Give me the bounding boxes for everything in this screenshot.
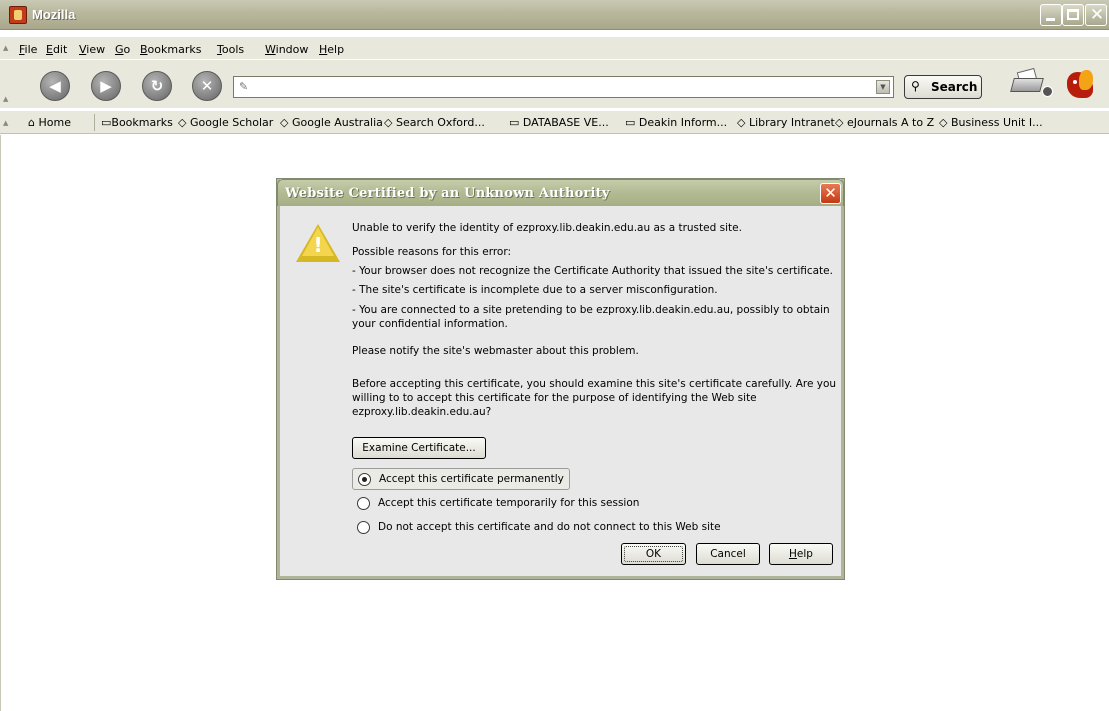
forward-arrow-icon: ▶ — [100, 77, 112, 95]
menu-bar: ▲ File Edit View Go Bookmarks Tools Wind… — [0, 37, 1109, 59]
minimize-icon — [1046, 18, 1055, 21]
bookmark-library-intranet[interactable]: ◇ Library Intranet — [737, 116, 835, 129]
maximize-icon — [1067, 9, 1079, 20]
bookmark-business-unit[interactable]: ◇ Business Unit I... — [939, 116, 1043, 129]
close-icon: ✕ — [824, 184, 837, 202]
dialog-title: Website Certified by an Unknown Authorit… — [285, 186, 610, 201]
toolbar-grip-icon[interactable]: ▲ — [3, 95, 11, 103]
dialog-message-line: - The site's certificate is incomplete d… — [352, 284, 718, 296]
bookmark-google-scholar[interactable]: ◇ Google Scholar — [178, 116, 273, 129]
menu-tools[interactable]: Tools — [217, 43, 244, 56]
folder-icon: ▭ — [101, 116, 112, 129]
window-close-button[interactable]: ✕ — [1085, 4, 1107, 26]
mozilla-throbber-icon[interactable] — [1061, 68, 1097, 102]
reload-icon: ↻ — [150, 77, 164, 95]
bookmark-google-australia[interactable]: ◇ Google Australia — [280, 116, 383, 129]
bookmark-ejournals[interactable]: ◇ eJournals A to Z — [835, 116, 934, 129]
examine-certificate-button[interactable]: Examine Certificate... — [352, 437, 486, 459]
bookmark-icon: ◇ — [737, 116, 746, 129]
printer-icon — [1010, 78, 1044, 92]
folder-icon: ▭ — [625, 116, 636, 129]
certificate-dialog: Website Certified by an Unknown Authorit… — [277, 179, 844, 579]
help-button[interactable]: Help — [769, 543, 833, 565]
stop-icon: ✕ — [200, 77, 214, 95]
search-icon: ⚲ — [911, 79, 920, 93]
folder-icon: ▭ — [509, 116, 520, 129]
menu-edit[interactable]: Edit — [46, 43, 67, 56]
dialog-message-line: Possible reasons for this error: — [352, 246, 512, 258]
dialog-message-line: Unable to verify the identity of ezproxy… — [352, 222, 742, 234]
bookmark-folder-bookmarks[interactable]: ▭Bookmarks — [101, 116, 173, 129]
radio-button[interactable] — [357, 497, 370, 510]
window-title: Mozilla — [32, 7, 76, 22]
bookmark-folder-deakin[interactable]: ▭ Deakin Inform... — [625, 116, 727, 129]
stop-button[interactable]: ✕ — [192, 71, 222, 101]
cancel-button[interactable]: Cancel — [696, 543, 760, 565]
dialog-message-line: ezproxy.lib.deakin.edu.au? — [352, 406, 492, 418]
toolbar-separator — [94, 114, 95, 131]
menu-go[interactable]: Go — [115, 43, 130, 56]
ok-button[interactable]: OK — [621, 543, 686, 565]
menu-file[interactable]: File — [19, 43, 37, 56]
menu-view[interactable]: View — [79, 43, 105, 56]
print-button[interactable] — [1010, 67, 1053, 97]
search-button[interactable]: ⚲ Search — [904, 75, 982, 99]
dialog-close-button[interactable]: ✕ — [820, 183, 841, 204]
dialog-message-line: Please notify the site's webmaster about… — [352, 345, 639, 357]
bookmark-folder-database[interactable]: ▭ DATABASE VE... — [509, 116, 609, 129]
mozilla-app-icon — [9, 6, 27, 24]
print-dropdown-icon[interactable] — [1042, 86, 1053, 97]
exclamation-icon: ! — [313, 233, 323, 257]
reload-button[interactable]: ↻ — [142, 71, 172, 101]
radio-button[interactable] — [357, 521, 370, 534]
window-titlebar: Mozilla ✕ — [0, 0, 1109, 30]
bookmark-icon: ◇ — [280, 116, 289, 129]
bookmarks-toolbar: ▲ ⌂ Home ▭Bookmarks ◇ Google Scholar ◇ G… — [0, 111, 1109, 134]
toolbar-grip-icon[interactable]: ▲ — [3, 119, 11, 127]
bookmark-icon: ◇ — [939, 116, 948, 129]
forward-button[interactable]: ▶ — [91, 71, 121, 101]
dialog-message-line: - Your browser does not recognize the Ce… — [352, 265, 833, 277]
dialog-message-line: - You are connected to a site pretending… — [352, 304, 830, 316]
radio-button[interactable] — [358, 473, 371, 486]
home-icon: ⌂ — [28, 116, 35, 129]
url-bar[interactable]: ✎ ▼ — [233, 76, 894, 98]
page-proxy-icon[interactable]: ✎ — [239, 80, 248, 93]
radio-accept-permanently[interactable]: Accept this certificate permanently — [352, 468, 570, 490]
bookmark-home[interactable]: ⌂ Home — [28, 116, 71, 129]
maximize-button[interactable] — [1062, 4, 1084, 26]
bookmark-icon: ◇ — [835, 116, 844, 129]
dialog-message-line: your confidential information. — [352, 318, 508, 330]
bookmark-icon: ◇ — [384, 116, 393, 129]
menu-help[interactable]: Help — [319, 43, 344, 56]
bookmark-icon: ◇ — [178, 116, 187, 129]
url-dropdown-button[interactable]: ▼ — [876, 80, 890, 94]
back-button[interactable]: ◀ — [40, 71, 70, 101]
toolbar-grip-icon[interactable]: ▲ — [3, 44, 11, 52]
dialog-message-line: Before accepting this certificate, you s… — [352, 378, 837, 390]
navigation-toolbar: ▲ ◀ ▶ ↻ ✕ ✎ ▼ ⚲ Search — [0, 60, 1109, 108]
back-arrow-icon: ◀ — [49, 77, 61, 95]
minimize-button[interactable] — [1040, 4, 1062, 26]
bookmark-search-oxford[interactable]: ◇ Search Oxford... — [384, 116, 485, 129]
menu-bookmarks[interactable]: Bookmarks — [140, 43, 201, 56]
dialog-message-line: willing to to accept this certificate fo… — [352, 392, 757, 404]
dialog-titlebar: Website Certified by an Unknown Authorit… — [277, 179, 844, 206]
close-icon: ✕ — [1089, 5, 1105, 25]
help-accel: H — [789, 548, 797, 560]
menu-window[interactable]: Window — [265, 43, 308, 56]
